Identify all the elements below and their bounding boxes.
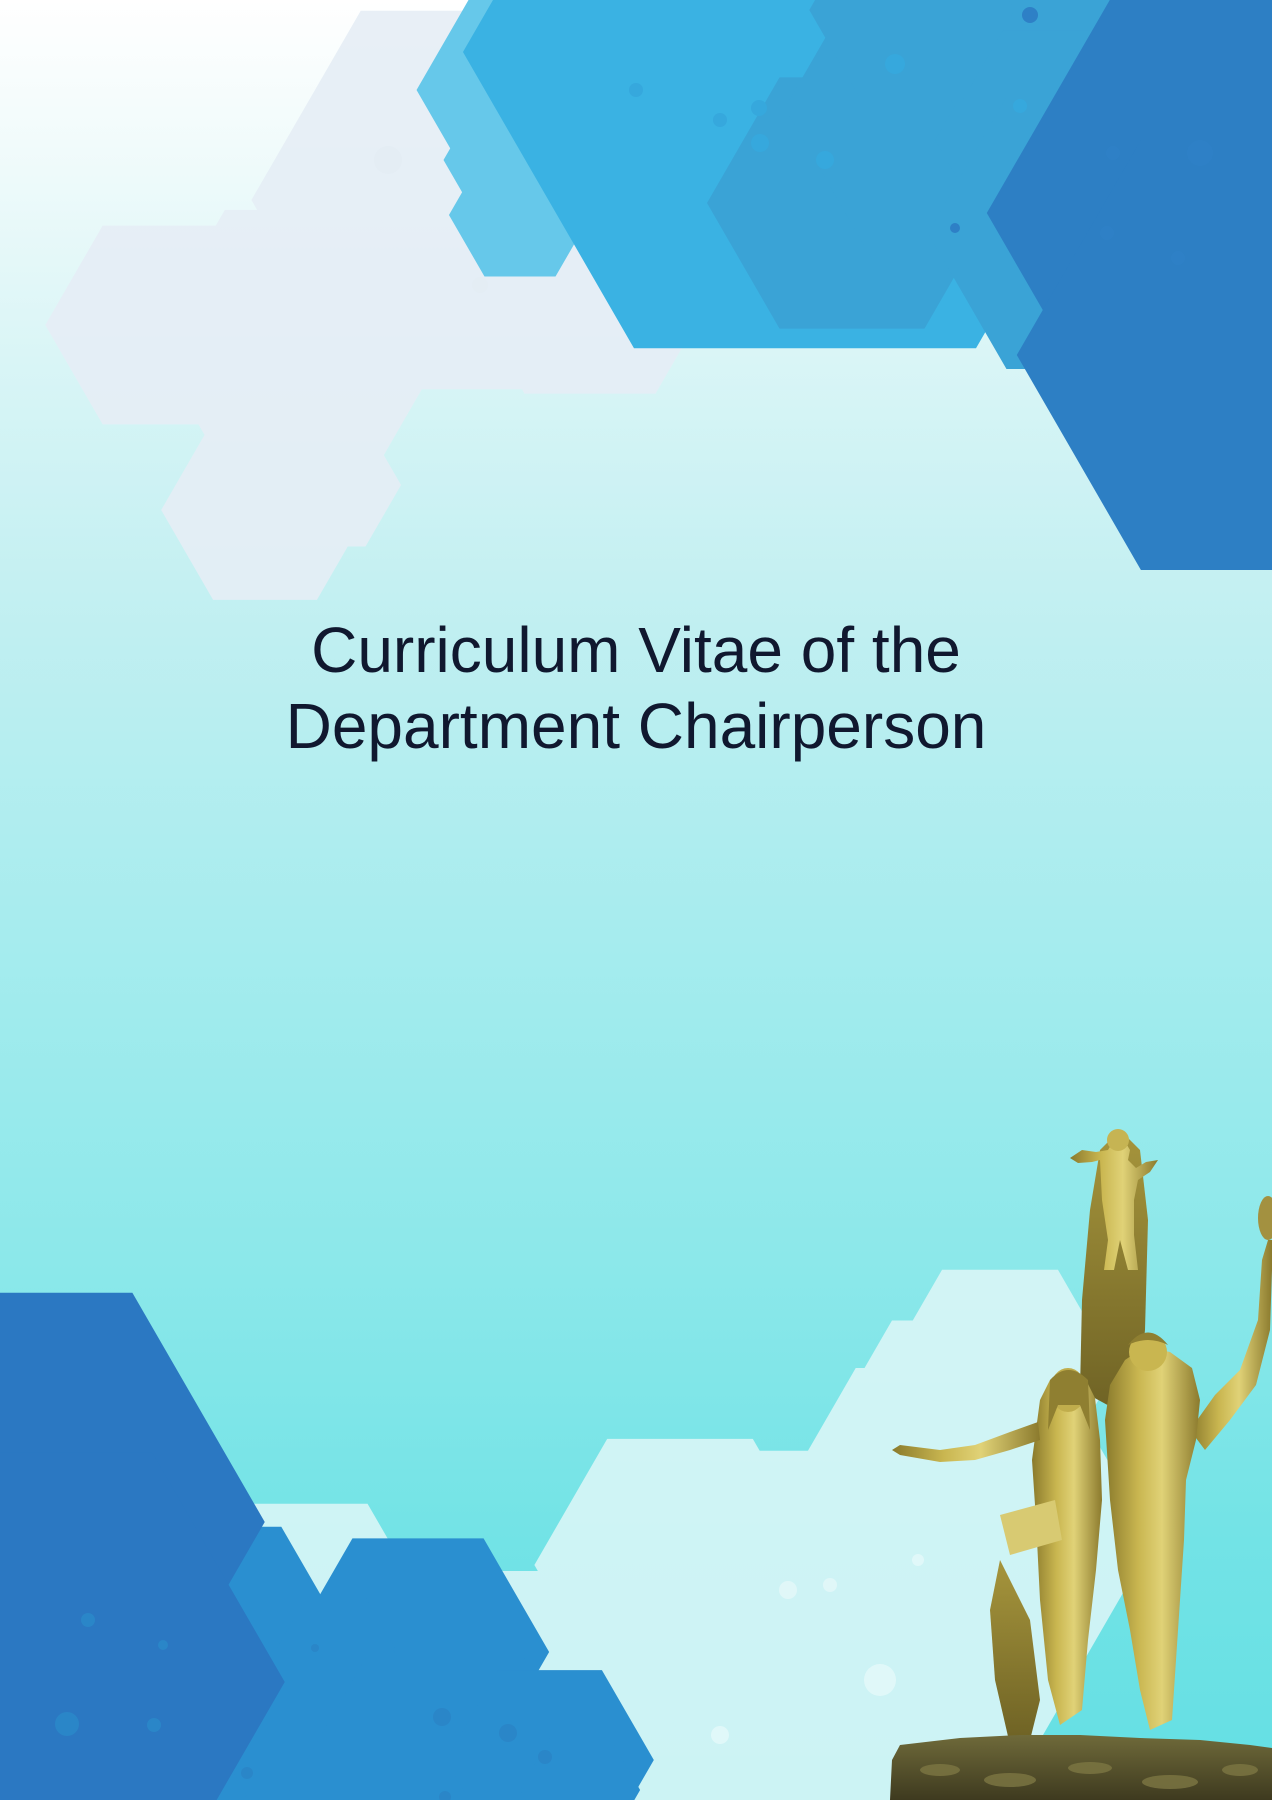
monument-statue-image bbox=[890, 1129, 1272, 1800]
cv-cover-page: Curriculum Vitae of the Department Chair… bbox=[0, 0, 1272, 1800]
title-line-1: Curriculum Vitae of the bbox=[311, 614, 961, 686]
title-line-2: Department Chairperson bbox=[285, 690, 987, 762]
page-title: Curriculum Vitae of the Department Chair… bbox=[186, 612, 1086, 764]
